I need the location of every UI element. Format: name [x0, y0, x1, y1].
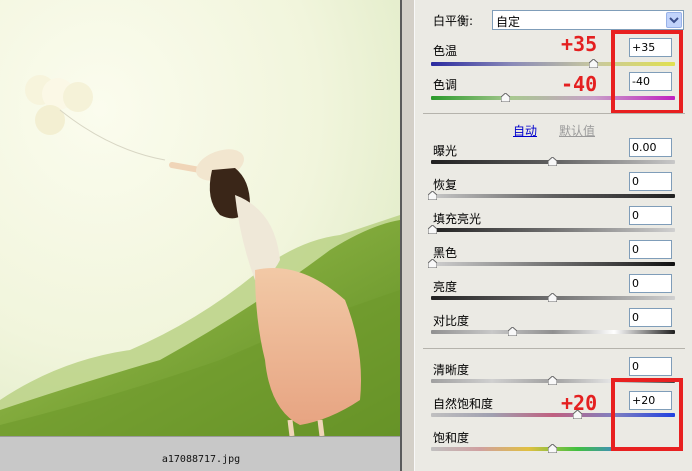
- recovery-input[interactable]: 0: [629, 172, 672, 191]
- recovery-slider-thumb[interactable]: [428, 191, 437, 200]
- blacks-slider-track[interactable]: [431, 262, 675, 266]
- temperature-annotation: +35: [561, 32, 598, 56]
- saturation-label: 饱和度: [433, 431, 470, 445]
- vibrance-annotation: +20: [561, 391, 598, 415]
- filename-bar: a17088717.jpg: [0, 436, 402, 471]
- tint-label: 色调: [433, 78, 458, 92]
- highlight-box-temp-tint: [611, 30, 683, 114]
- basic-tab-content: 白平衡: 自定 色温 +35 色调 -40 +35 -40 自动 默认值 曝光: [414, 0, 692, 471]
- separator: [423, 113, 685, 114]
- separator: [423, 348, 685, 349]
- adjustment-panel: 白平衡: 自定 色温 +35 色调 -40 +35 -40 自动 默认值 曝光: [402, 0, 692, 471]
- preview-image[interactable]: [0, 0, 400, 436]
- recovery-slider-track[interactable]: [431, 194, 675, 198]
- saturation-slider-thumb[interactable]: [548, 444, 557, 453]
- default-link[interactable]: 默认值: [559, 122, 595, 139]
- contrast-label: 对比度: [433, 314, 470, 328]
- exposure-label: 曝光: [433, 144, 458, 158]
- photo-illustration: [0, 0, 400, 436]
- blacks-slider-thumb[interactable]: [428, 259, 437, 268]
- exposure-slider-thumb[interactable]: [548, 157, 557, 166]
- fill-light-slider-track[interactable]: [431, 228, 675, 232]
- temperature-slider-thumb[interactable]: [589, 59, 598, 68]
- brightness-label: 亮度: [433, 280, 458, 294]
- tint-slider-thumb[interactable]: [501, 93, 510, 102]
- highlight-box-vibrance: [611, 378, 683, 451]
- white-balance-label: 白平衡:: [433, 14, 474, 28]
- fill-light-label: 填充亮光: [433, 212, 482, 226]
- filename-label: a17088717.jpg: [161, 454, 241, 465]
- temperature-label: 色温: [433, 44, 458, 58]
- blacks-input[interactable]: 0: [629, 240, 672, 259]
- fill-light-slider-thumb[interactable]: [428, 225, 437, 234]
- clarity-input[interactable]: 0: [629, 357, 672, 376]
- brightness-input[interactable]: 0: [629, 274, 672, 293]
- contrast-slider-track[interactable]: [431, 330, 675, 334]
- contrast-slider-thumb[interactable]: [508, 327, 517, 336]
- contrast-input[interactable]: 0: [629, 308, 672, 327]
- vibrance-label: 自然饱和度: [433, 397, 494, 411]
- photo-area: a17088717.jpg: [0, 0, 402, 471]
- clarity-slider-thumb[interactable]: [548, 376, 557, 385]
- fill-light-input[interactable]: 0: [629, 206, 672, 225]
- tint-annotation: -40: [561, 72, 598, 96]
- clarity-label: 清晰度: [433, 363, 470, 377]
- brightness-slider-thumb[interactable]: [548, 293, 557, 302]
- white-balance-select[interactable]: 自定: [492, 10, 684, 30]
- white-balance-value: 自定: [496, 15, 521, 29]
- exposure-input[interactable]: 0.00: [629, 138, 672, 157]
- chevron-down-icon[interactable]: [666, 12, 682, 28]
- auto-link[interactable]: 自动: [513, 122, 537, 139]
